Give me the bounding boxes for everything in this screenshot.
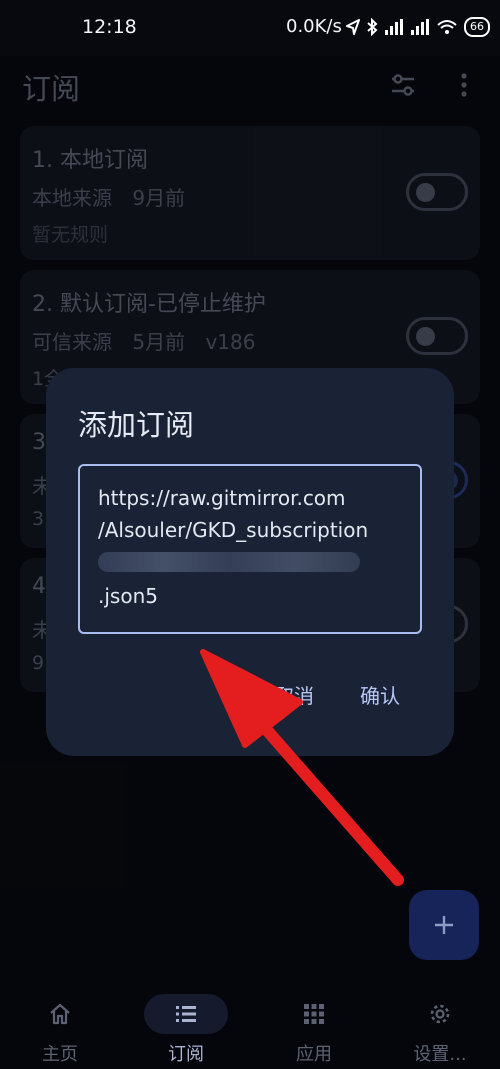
nav-label: 订阅: [168, 1044, 204, 1065]
location-icon: [346, 19, 360, 35]
gear-icon: [430, 1004, 450, 1024]
network-speed: 0.0K/s: [286, 16, 342, 37]
nav-item-settings[interactable]: 设置...: [380, 990, 500, 1069]
signal-icon: [411, 19, 429, 35]
nav-item-home[interactable]: 主页: [0, 990, 120, 1069]
signal-icon: [385, 19, 403, 35]
wifi-icon: [437, 20, 457, 34]
nav-label: 主页: [42, 1044, 78, 1065]
add-subscription-dialog: 添加订阅 https://raw.gitmirror.com /Alsouler…: [46, 368, 454, 756]
dialog-title: 添加订阅: [78, 408, 195, 442]
battery-indicator: 66: [464, 17, 490, 37]
url-text-line: .json5: [98, 584, 158, 608]
bluetooth-icon: [367, 18, 378, 36]
nav-label: 设置...: [413, 1044, 467, 1065]
status-bar: 12:18 0.0K/s 66: [0, 0, 500, 56]
status-time: 12:18: [82, 16, 137, 38]
plus-icon: [435, 916, 453, 934]
bottom-navigation: 主页 订阅 应用 设置...: [0, 990, 500, 1069]
confirm-button[interactable]: 确认: [360, 680, 400, 709]
status-icons: 66: [346, 14, 490, 40]
blurred-url-segment: [98, 552, 360, 572]
home-icon: [50, 1003, 70, 1025]
nav-item-apps[interactable]: 应用: [254, 990, 374, 1069]
nav-item-subscriptions[interactable]: 订阅: [126, 990, 246, 1069]
cancel-button[interactable]: 取消: [274, 680, 314, 709]
url-text-line: https://raw.gitmirror.com: [98, 486, 346, 510]
nav-label: 应用: [296, 1044, 332, 1065]
list-icon: [176, 1006, 196, 1022]
add-subscription-fab[interactable]: [409, 890, 479, 960]
apps-grid-icon: [304, 1004, 324, 1024]
url-text-line: /Alsouler/GKD_subscription: [98, 518, 369, 542]
subscription-url-input[interactable]: https://raw.gitmirror.com /Alsouler/GKD_…: [78, 464, 422, 634]
